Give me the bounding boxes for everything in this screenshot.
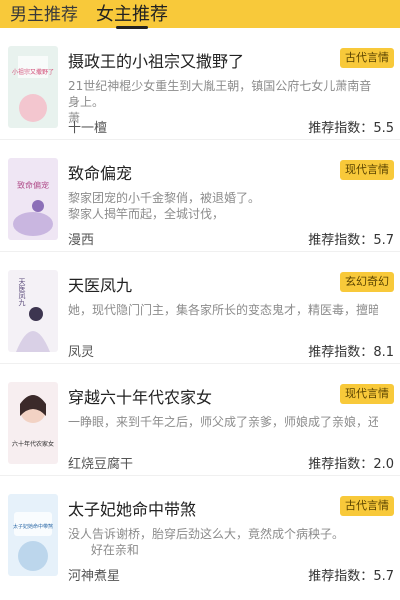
book-list: 小祖宗又撒野了 摄政王的小祖宗又撒野了 古代言情 21世纪神棍少女重生到大胤王朝… bbox=[0, 28, 400, 588]
book-author: 十一檀 bbox=[68, 121, 108, 136]
book-cover[interactable]: 致命偏宠 bbox=[8, 158, 58, 240]
recommend-score: 推荐指数：5.5 bbox=[308, 117, 394, 136]
book-item[interactable]: 致命偏宠 致命偏宠 现代言情 黎家团宠的小千金黎俏，被退婚了。 黎家人揭竿而起，… bbox=[0, 140, 400, 252]
cover-text: 小祖宗又撒野了 bbox=[12, 68, 54, 76]
book-description: 一睁眼，来到千年之后，师父成了亲爹，师娘成了亲娘，还附送一枚 bbox=[68, 415, 378, 429]
tab-male-recommend[interactable]: 男主推荐 bbox=[10, 2, 78, 28]
book-title[interactable]: 致命偏宠 bbox=[68, 160, 132, 184]
book-cover[interactable]: 太子妃她命中带煞 bbox=[8, 494, 58, 576]
score-label: 推荐指数： bbox=[308, 233, 374, 248]
book-author: 凤灵 bbox=[68, 345, 95, 360]
category-badge: 现代言情 bbox=[340, 384, 394, 404]
score-label: 推荐指数： bbox=[308, 345, 374, 360]
book-title[interactable]: 摄政王的小祖宗又撒野了 bbox=[68, 48, 244, 72]
book-author: 红烧豆腐干 bbox=[68, 457, 134, 472]
score-label: 推荐指数： bbox=[308, 569, 374, 584]
book-description: 她，现代隐门门主，集各家所长的变态鬼才，精医毒，擅暗杀，世人 bbox=[68, 303, 378, 317]
cover-text: 六十年代农家女 bbox=[12, 440, 54, 448]
book-description: 黎家团宠的小千金黎俏，被退婚了。 黎家人揭竿而起，全城讨伐， bbox=[68, 191, 261, 221]
book-title[interactable]: 穿越六十年代农家女 bbox=[68, 384, 212, 408]
book-description: 没人告诉谢桥，胎穿后劲这么大，竟然成个病秧子。 好在亲和 bbox=[68, 527, 345, 557]
book-author: 漫西 bbox=[68, 233, 95, 248]
book-item[interactable]: 太子妃她命中带煞 太子妃她命中带煞 古代言情 没人告诉谢桥，胎穿后劲这么大，竟然… bbox=[0, 476, 400, 588]
score-value: 8.1 bbox=[373, 345, 394, 360]
book-cover[interactable]: 天医凤九 bbox=[8, 270, 58, 352]
score-value: 5.7 bbox=[373, 569, 394, 584]
category-badge: 古代言情 bbox=[340, 496, 394, 516]
book-item[interactable]: 天医凤九 天医凤九 玄幻奇幻 她，现代隐门门主，集各家所长的变态鬼才，精医毒，擅… bbox=[0, 252, 400, 364]
score-value: 2.0 bbox=[373, 457, 394, 472]
category-badge: 玄幻奇幻 bbox=[340, 272, 394, 292]
recommend-score: 推荐指数：5.7 bbox=[308, 229, 394, 248]
cover-text: 天医凤九 bbox=[18, 278, 26, 307]
score-label: 推荐指数： bbox=[308, 457, 374, 472]
cover-text: 致命偏宠 bbox=[17, 180, 49, 190]
category-badge: 古代言情 bbox=[340, 48, 394, 68]
score-value: 5.7 bbox=[373, 233, 394, 248]
cover-text: 太子妃她命中带煞 bbox=[13, 523, 53, 530]
tab-female-recommend[interactable]: 女主推荐 bbox=[96, 2, 168, 29]
book-author: 河神煮星 bbox=[68, 569, 121, 584]
recommend-score: 推荐指数：2.0 bbox=[308, 453, 394, 472]
recommend-score: 推荐指数：5.7 bbox=[308, 565, 394, 584]
book-item[interactable]: 小祖宗又撒野了 摄政王的小祖宗又撒野了 古代言情 21世纪神棍少女重生到大胤王朝… bbox=[0, 28, 400, 140]
top-tab-bar: 男主推荐 女主推荐 bbox=[0, 0, 400, 29]
book-title[interactable]: 太子妃她命中带煞 bbox=[68, 496, 196, 520]
book-cover[interactable]: 六十年代农家女 bbox=[8, 382, 58, 464]
category-badge: 现代言情 bbox=[340, 160, 394, 180]
score-label: 推荐指数： bbox=[308, 121, 374, 136]
score-value: 5.5 bbox=[373, 121, 394, 136]
recommend-score: 推荐指数：8.1 bbox=[308, 341, 394, 360]
book-cover[interactable]: 小祖宗又撒野了 bbox=[8, 46, 58, 128]
book-item[interactable]: 六十年代农家女 穿越六十年代农家女 现代言情 一睁眼，来到千年之后，师父成了亲爹… bbox=[0, 364, 400, 476]
book-title[interactable]: 天医凤九 bbox=[68, 272, 132, 296]
